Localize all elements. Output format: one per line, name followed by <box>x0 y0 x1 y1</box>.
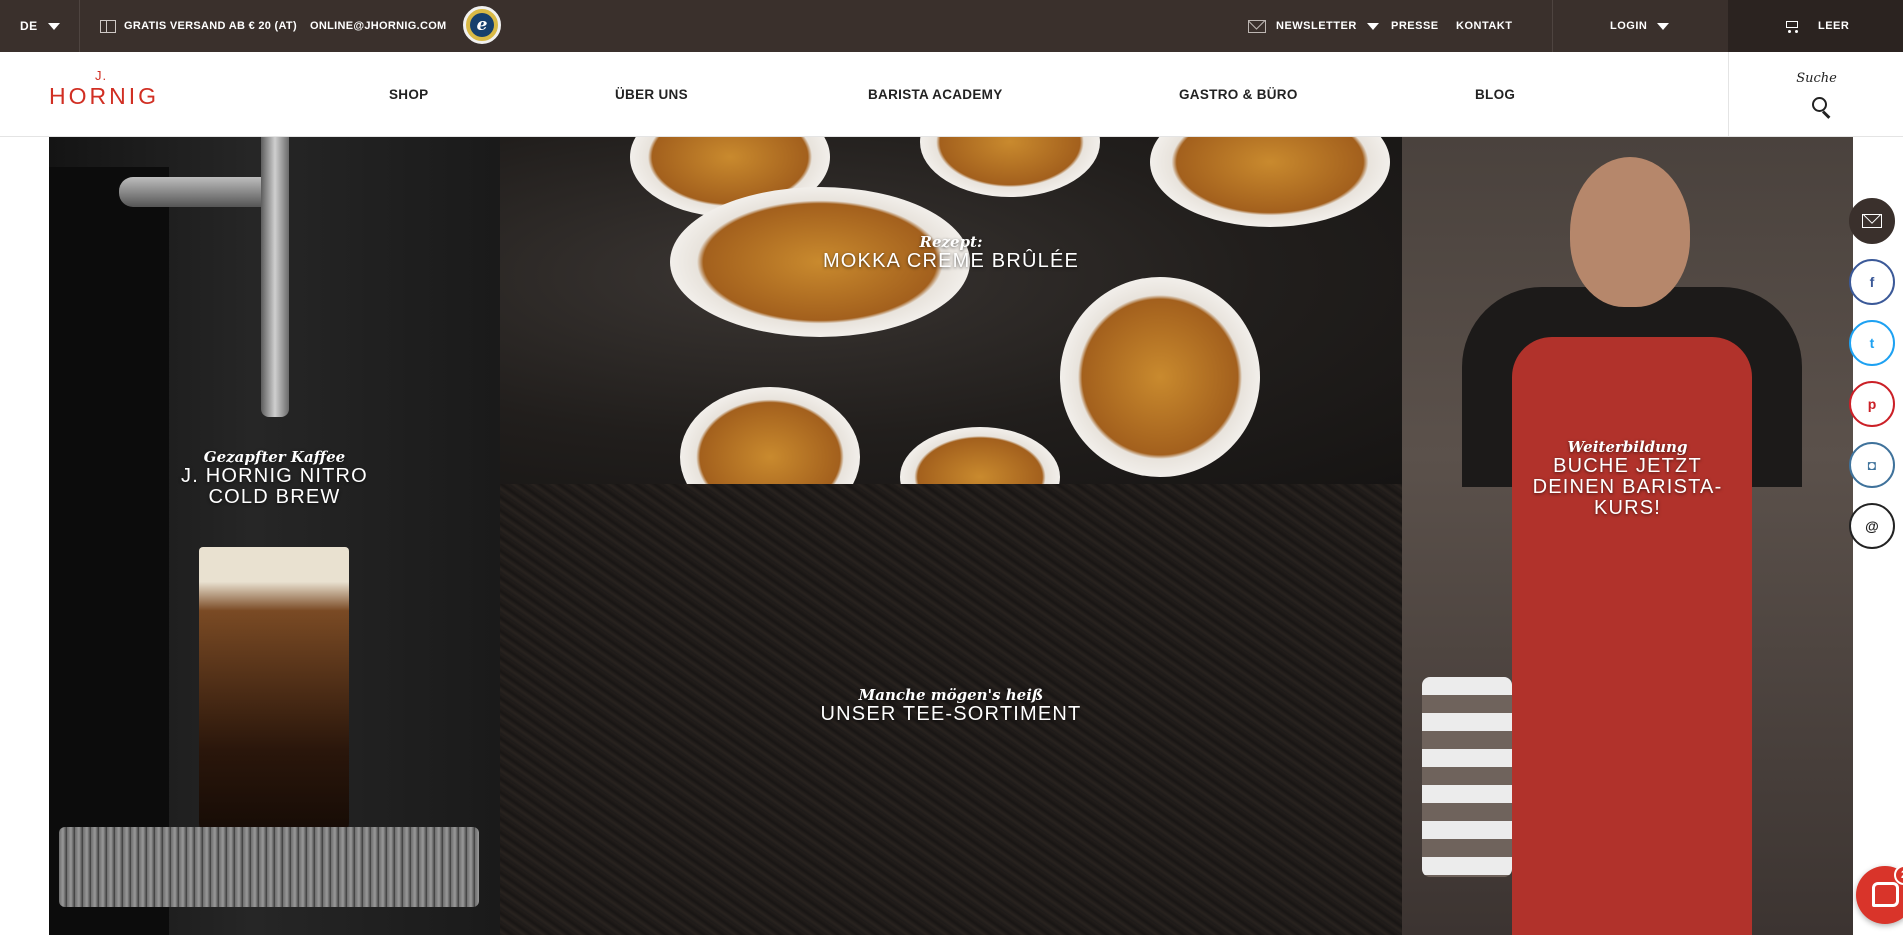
nav-item-gastro-buero[interactable]: GASTRO & BÜRO <box>1179 52 1298 137</box>
coffee-cups-image <box>1422 677 1512 877</box>
instagram-button[interactable]: ◘ <box>1849 442 1895 488</box>
chevron-down-icon <box>1657 22 1670 30</box>
tile-kicker: Gezapfter Kaffee <box>203 448 346 466</box>
cart-button[interactable]: LEER <box>1728 0 1903 52</box>
tile-headline: BUCHE JETZT <box>1553 455 1702 477</box>
envelope-icon <box>1862 214 1882 228</box>
top-bar: DE GRATIS VERSAND AB € 20 (AT) ONLINE@JH… <box>0 0 1903 52</box>
twitter-button[interactable]: t <box>1849 320 1895 366</box>
email-share-button[interactable]: @ <box>1849 503 1895 549</box>
login-menu[interactable]: LOGIN <box>1610 0 1670 52</box>
search-label: Suche <box>1796 71 1837 86</box>
tile-barista-kurs[interactable]: Weiterbildung BUCHE JETZT DEINEN BARISTA… <box>1402 137 1853 935</box>
tile-caption: Weiterbildung BUCHE JETZT DEINEN BARISTA… <box>1402 438 1853 519</box>
tile-tee-sortiment[interactable]: Manche mögen's heiß UNSER TEE-SORTIMENT <box>500 484 1402 935</box>
barista-apron-image <box>1512 337 1752 935</box>
barista-head-image <box>1570 157 1690 307</box>
divider <box>79 0 80 52</box>
envelope-icon <box>1248 19 1266 33</box>
tile-headline: DEINEN BARISTA- <box>1532 476 1723 498</box>
cart-icon <box>1784 19 1800 33</box>
tile-mokka-creme-brulee[interactable]: Rezept: MOKKA CREME BRÛLÉE <box>500 137 1402 484</box>
logo-wordmark: HORNIG <box>49 83 159 109</box>
shipping-info: GRATIS VERSAND AB € 20 (AT) <box>100 0 297 52</box>
newsletter-menu[interactable]: NEWSLETTER <box>1248 0 1379 52</box>
tap-machine-image <box>49 167 169 935</box>
main-navigation: J. HORNIG SHOP ÜBER UNS BARISTA ACADEMY … <box>0 52 1903 137</box>
logo[interactable]: J. HORNIG <box>49 68 159 110</box>
nav-item-ueber-uns[interactable]: ÜBER UNS <box>615 52 688 137</box>
trusted-shops-icon: e <box>470 13 494 37</box>
ramekin-image <box>680 387 860 484</box>
tile-caption: Gezapfter Kaffee J. HORNIG NITRO COLD BR… <box>49 448 500 508</box>
newsletter-label: NEWSLETTER <box>1276 20 1357 32</box>
twitter-icon: t <box>1869 335 1875 351</box>
login-label: LOGIN <box>1610 20 1648 32</box>
nav-item-shop[interactable]: SHOP <box>389 52 428 137</box>
ramekin-image <box>1150 137 1390 227</box>
tile-kicker: Weiterbildung <box>1567 438 1688 456</box>
tile-caption: Rezept: MOKKA CREME BRÛLÉE <box>500 233 1402 272</box>
kontakt-link[interactable]: KONTAKT <box>1456 0 1512 52</box>
tile-nitro-cold-brew[interactable]: Gezapfter Kaffee J. HORNIG NITRO COLD BR… <box>49 137 500 935</box>
facebook-button[interactable]: f <box>1849 259 1895 305</box>
tile-headline: KURS! <box>1593 497 1662 519</box>
presse-link[interactable]: PRESSE <box>1391 0 1439 52</box>
chevron-down-icon <box>1366 22 1379 30</box>
shipping-text: GRATIS VERSAND AB € 20 (AT) <box>124 20 297 32</box>
ramekin-image <box>1060 277 1260 477</box>
tap-pipe-image <box>261 137 289 417</box>
tile-kicker: Rezept: <box>919 233 983 251</box>
ramekin-image <box>920 137 1100 197</box>
search-icon <box>1812 97 1831 119</box>
package-icon <box>100 19 116 33</box>
email-link[interactable]: ONLINE@JHORNIG.COM <box>310 0 447 52</box>
tile-headline: COLD BREW <box>208 486 341 508</box>
tile-headline: MOKKA CREME BRÛLÉE <box>822 250 1080 272</box>
drip-tray-image <box>59 827 479 907</box>
newsletter-share-button[interactable] <box>1849 198 1895 244</box>
coffee-glass-image <box>199 547 349 837</box>
nav-item-blog[interactable]: BLOG <box>1475 52 1515 137</box>
trusted-shops-seal[interactable]: e <box>463 6 501 44</box>
tile-caption: Manche mögen's heiß UNSER TEE-SORTIMENT <box>500 686 1402 725</box>
chat-bubble-icon <box>1872 882 1899 907</box>
search-button[interactable]: Suche <box>1728 52 1903 137</box>
pinterest-icon: p <box>1867 396 1877 412</box>
facebook-icon: f <box>1869 274 1875 290</box>
chat-widget-button[interactable]: 2 <box>1856 865 1903 924</box>
nav-item-barista-academy[interactable]: BARISTA ACADEMY <box>868 52 1003 137</box>
instagram-icon: ◘ <box>1867 457 1877 473</box>
logo-initial: J. <box>94 68 108 83</box>
tile-kicker: Manche mögen's heiß <box>858 686 1044 704</box>
pinterest-button[interactable]: p <box>1849 381 1895 427</box>
cart-status: LEER <box>1818 20 1850 32</box>
chevron-down-icon <box>47 22 60 30</box>
divider <box>1552 0 1553 52</box>
tile-headline: UNSER TEE-SORTIMENT <box>820 703 1082 725</box>
tile-headline: J. HORNIG NITRO <box>181 465 368 487</box>
language-label: DE <box>20 19 38 33</box>
language-selector[interactable]: DE <box>20 0 60 52</box>
ramekin-image <box>900 427 1060 484</box>
at-icon: @ <box>1865 518 1879 534</box>
